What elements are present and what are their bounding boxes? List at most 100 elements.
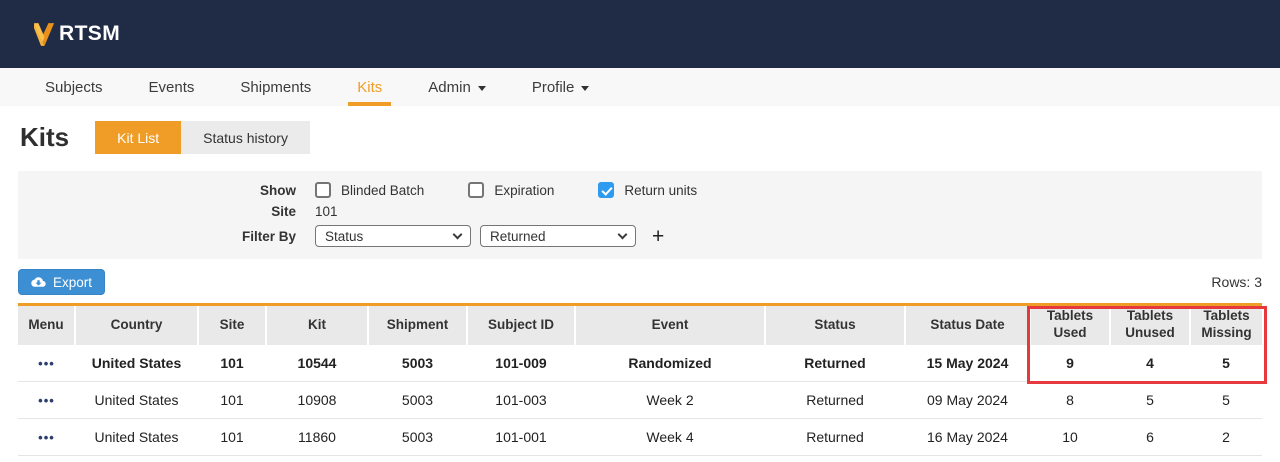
nav-label-profile: Profile xyxy=(532,79,575,96)
cell-tablets-missing: 5 xyxy=(1190,382,1262,419)
cell-kit: 10544 xyxy=(266,345,368,382)
nav-label-events: Events xyxy=(149,79,195,96)
cell-subject-id: 101-001 xyxy=(467,419,575,456)
nav-label-subjects: Subjects xyxy=(45,79,103,96)
table-header-row: Menu Country Site Kit Shipment Subject I… xyxy=(18,305,1262,345)
cell-tablets-missing: 5 xyxy=(1190,345,1262,382)
filter-value-select[interactable]: Returned xyxy=(480,225,636,247)
nav-item-profile[interactable]: Profile xyxy=(523,68,599,106)
table-row: ••• United States 101 10908 5003 101-003… xyxy=(18,382,1262,419)
table-row: ••• United States 101 11860 5003 101-001… xyxy=(18,419,1262,456)
checkbox-group-expiration[interactable]: Expiration xyxy=(468,182,554,198)
cell-subject-id: 101-009 xyxy=(467,345,575,382)
checkbox-group-return-units[interactable]: Return units xyxy=(598,182,697,198)
cell-tablets-unused: 4 xyxy=(1110,345,1190,382)
checkbox-blinded-batch[interactable] xyxy=(315,182,331,198)
add-filter-button[interactable]: + xyxy=(652,226,664,247)
cell-tablets-used: 9 xyxy=(1030,345,1110,382)
cell-event: Week 4 xyxy=(575,419,765,456)
row-menu-button[interactable]: ••• xyxy=(38,356,55,371)
column-header-site: Site xyxy=(198,305,266,345)
chevron-down-icon xyxy=(453,229,463,239)
cell-shipment: 5003 xyxy=(368,345,467,382)
cell-status: Returned xyxy=(765,345,905,382)
show-label: Show xyxy=(18,183,296,198)
main-nav: Subjects Events Shipments Kits Admin Pro… xyxy=(0,68,1280,106)
cell-site: 101 xyxy=(198,345,266,382)
cell-menu: ••• xyxy=(18,345,75,382)
export-button[interactable]: Export xyxy=(18,269,105,295)
cell-status: Returned xyxy=(765,382,905,419)
nav-label-shipments: Shipments xyxy=(240,79,311,96)
checkbox-label-return-units: Return units xyxy=(624,183,697,198)
cell-tablets-unused: 6 xyxy=(1110,419,1190,456)
cell-site: 101 xyxy=(198,382,266,419)
nav-item-subjects[interactable]: Subjects xyxy=(36,68,112,106)
page-title-row: Kits Kit List Status history xyxy=(0,106,1280,154)
app-header: RTSM xyxy=(0,0,1280,68)
show-checkbox-group: Blinded Batch Expiration Return units xyxy=(315,182,1262,198)
nav-item-admin[interactable]: Admin xyxy=(419,68,495,106)
cell-menu: ••• xyxy=(18,419,75,456)
cell-status-date: 09 May 2024 xyxy=(905,382,1030,419)
table-row: ••• United States 101 10544 5003 101-009… xyxy=(18,345,1262,382)
caret-down-icon xyxy=(581,86,589,91)
filter-row-filter-by: Filter By Status Returned + xyxy=(18,225,1262,247)
cell-shipment: 5003 xyxy=(368,419,467,456)
nav-item-events[interactable]: Events xyxy=(140,68,204,106)
cell-site: 101 xyxy=(198,419,266,456)
app-logo-text: RTSM xyxy=(59,22,120,46)
nav-label-kits: Kits xyxy=(357,79,382,96)
tab-status-history[interactable]: Status history xyxy=(181,121,310,154)
site-value: 101 xyxy=(315,204,1262,219)
export-button-label: Export xyxy=(53,275,92,290)
column-header-menu: Menu xyxy=(18,305,75,345)
column-header-tablets-unused: Tablets Unused xyxy=(1110,305,1190,345)
nav-item-kits[interactable]: Kits xyxy=(348,68,391,106)
row-menu-button[interactable]: ••• xyxy=(38,430,55,445)
cell-menu: ••• xyxy=(18,382,75,419)
column-header-event: Event xyxy=(575,305,765,345)
column-header-kit: Kit xyxy=(266,305,368,345)
caret-down-icon xyxy=(478,86,486,91)
cell-kit: 10908 xyxy=(266,382,368,419)
tab-kit-list[interactable]: Kit List xyxy=(95,121,181,154)
cell-subject-id: 101-003 xyxy=(467,382,575,419)
filter-field-selected-value: Status xyxy=(325,229,363,244)
cell-country: United States xyxy=(75,345,198,382)
cell-event: Randomized xyxy=(575,345,765,382)
nav-label-admin: Admin xyxy=(428,79,471,96)
kits-table-wrap: Menu Country Site Kit Shipment Subject I… xyxy=(18,303,1262,456)
filter-row-site: Site 101 xyxy=(18,204,1262,219)
cell-kit: 11860 xyxy=(266,419,368,456)
column-header-tablets-used: Tablets Used xyxy=(1030,305,1110,345)
column-header-status: Status xyxy=(765,305,905,345)
nav-item-shipments[interactable]: Shipments xyxy=(231,68,320,106)
checkbox-return-units[interactable] xyxy=(598,182,614,198)
filter-panel: Show Blinded Batch Expiration Return uni… xyxy=(18,171,1262,259)
chevron-down-icon xyxy=(618,229,628,239)
rows-count: Rows: 3 xyxy=(1211,274,1262,290)
cell-country: United States xyxy=(75,419,198,456)
page-title: Kits xyxy=(20,122,69,153)
cell-status: Returned xyxy=(765,419,905,456)
filter-row-show: Show Blinded Batch Expiration Return uni… xyxy=(18,182,1262,198)
checkbox-label-blinded-batch: Blinded Batch xyxy=(341,183,424,198)
app-logo[interactable]: RTSM xyxy=(34,22,120,47)
filter-by-label: Filter By xyxy=(18,229,296,244)
checkbox-expiration[interactable] xyxy=(468,182,484,198)
site-label: Site xyxy=(18,204,296,219)
table-toolbar: Export Rows: 3 xyxy=(18,269,1262,295)
filter-field-select[interactable]: Status xyxy=(315,225,471,247)
row-menu-button[interactable]: ••• xyxy=(38,393,55,408)
cell-tablets-unused: 5 xyxy=(1110,382,1190,419)
checkbox-group-blinded-batch[interactable]: Blinded Batch xyxy=(315,182,424,198)
kits-table: Menu Country Site Kit Shipment Subject I… xyxy=(18,303,1262,456)
export-cloud-download-icon xyxy=(31,276,46,288)
column-header-shipment: Shipment xyxy=(368,305,467,345)
cell-status-date: 15 May 2024 xyxy=(905,345,1030,382)
checkbox-label-expiration: Expiration xyxy=(494,183,554,198)
column-header-tablets-missing: Tablets Missing xyxy=(1190,305,1262,345)
cell-status-date: 16 May 2024 xyxy=(905,419,1030,456)
cell-tablets-used: 10 xyxy=(1030,419,1110,456)
